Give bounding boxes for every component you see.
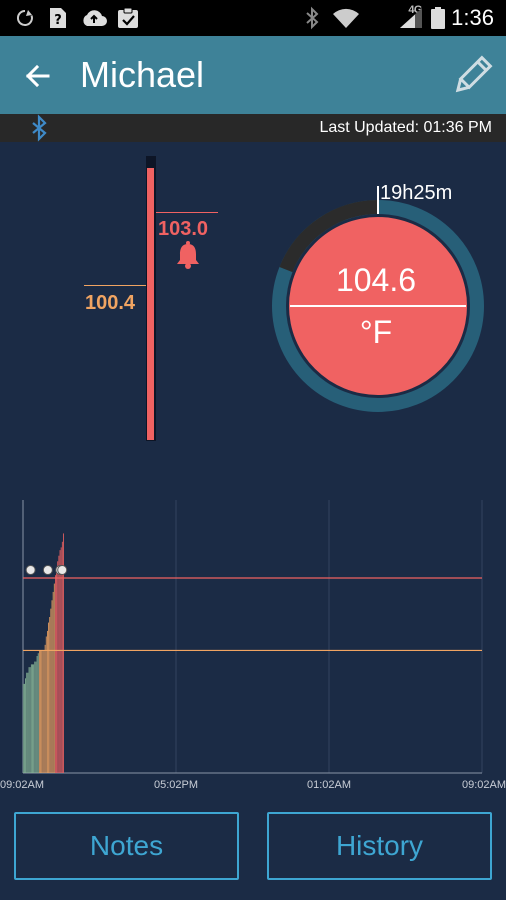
- chart-bar: [59, 550, 61, 773]
- chart-markers: [25, 565, 68, 575]
- chart-bar: [43, 650, 45, 773]
- clipboard-check-icon: [118, 7, 138, 28]
- chart-bar: [30, 664, 32, 773]
- alarm-threshold-value: 103.0: [158, 218, 209, 240]
- temperature-unit: °F: [359, 314, 393, 350]
- chart-bar: [22, 683, 24, 773]
- chart-bar: [36, 656, 38, 773]
- thermometer-track: [146, 156, 156, 441]
- chart-bar: [40, 650, 41, 773]
- page-title: Michael: [80, 54, 205, 95]
- bell-alarm-icon[interactable]: [174, 240, 202, 270]
- chart-note-marker: [42, 565, 53, 575]
- chart-thresholds: [23, 577, 482, 652]
- chart-bar: [58, 555, 60, 773]
- wifi-icon: [333, 8, 359, 28]
- chart-bar: [34, 661, 36, 773]
- chart-note-marker: [25, 565, 36, 575]
- alert-threshold-line: [84, 285, 146, 286]
- chart-bar: [29, 667, 31, 773]
- status-time: 1:36: [451, 5, 494, 30]
- pencil-icon[interactable]: [450, 54, 494, 98]
- chart-bar: [56, 566, 57, 773]
- bluetooth-icon: [32, 114, 47, 142]
- elapsed-time: 19h25m: [380, 182, 453, 204]
- chart-bar: [37, 653, 39, 773]
- app-bar: Michael: [0, 36, 506, 114]
- chart-bar: [44, 644, 46, 773]
- chart-bar: [32, 664, 33, 773]
- chart-bar: [26, 672, 28, 773]
- cloud-upload-icon: [83, 10, 107, 26]
- chart-bar: [45, 636, 47, 773]
- chart-bar: [60, 547, 62, 773]
- chart-bar: [35, 661, 37, 773]
- temperature-reading: 104.6: [335, 262, 417, 298]
- status-bar: ? 4G 1:36: [0, 0, 506, 36]
- chart-grid: [22, 500, 483, 774]
- chart-bar: [53, 583, 55, 773]
- chart-note-marker: [57, 565, 68, 575]
- bluetooth-icon: [306, 6, 319, 30]
- notes-button[interactable]: Notes: [14, 812, 239, 880]
- svg-text:?: ?: [54, 13, 62, 28]
- info-bar: Last Updated: 01:36 PM: [0, 114, 506, 142]
- temperature-history-chart: 09:02AM 05:02PM 01:02AM 09:02AM: [0, 500, 506, 791]
- sim-unknown-icon: ?: [50, 8, 66, 28]
- chart-bar: [25, 678, 27, 773]
- chart-bar: [51, 600, 53, 773]
- chart-tick-label: 09:02AM: [0, 779, 44, 791]
- chart-ticks: 09:02AM 05:02PM 01:02AM 09:02AM: [0, 779, 506, 791]
- alert-threshold-value: 100.4: [85, 292, 136, 314]
- chart-bar: [41, 650, 43, 773]
- thermometer-fill: [147, 168, 154, 440]
- chart-bar: [49, 617, 51, 773]
- sync-icon: [16, 9, 33, 26]
- chart-bar: [47, 630, 48, 773]
- alarm-threshold-line: [156, 212, 218, 213]
- chart-bar: [57, 561, 59, 773]
- chart-bar: [55, 575, 56, 773]
- chart-bar: [61, 541, 63, 773]
- chart-bar: [28, 667, 30, 773]
- chart-tick-label: 01:02AM: [307, 779, 351, 791]
- chart-bar: [38, 650, 40, 773]
- arrow-back-icon[interactable]: [18, 56, 58, 96]
- chart-bar: [27, 672, 29, 773]
- chart-tick-label: 05:02PM: [154, 779, 198, 791]
- chart-bar: [50, 608, 52, 773]
- chart-tick-label: 09:02AM: [462, 779, 506, 791]
- battery-icon: [431, 7, 445, 29]
- history-button[interactable]: History: [267, 812, 492, 880]
- chart-bar: [24, 683, 25, 773]
- chart-bar: [52, 591, 54, 773]
- last-updated: Last Updated: 01:36 PM: [319, 119, 492, 136]
- chart-bar: [48, 622, 49, 773]
- chart-bar: [33, 664, 35, 773]
- chart-bar: [42, 650, 44, 773]
- signal-icon: [400, 8, 422, 28]
